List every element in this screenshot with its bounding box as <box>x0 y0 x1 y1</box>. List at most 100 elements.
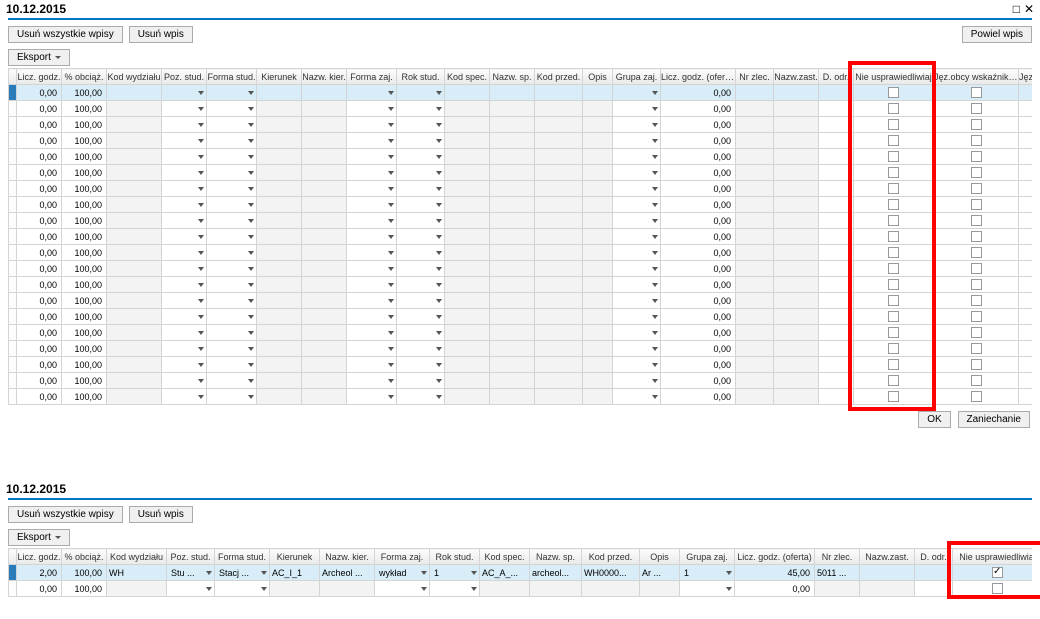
table-row[interactable]: 0,00100,000,00 <box>9 309 1033 325</box>
chevron-down-icon <box>198 267 204 271</box>
table-row[interactable]: 0,00100,000,00 <box>9 341 1033 357</box>
col-oferta[interactable]: Licz. godz. (oferta) <box>661 69 736 85</box>
table-row[interactable]: 2,00 100,00 WH Stu ... Stacj ... AC_I_1 … <box>9 565 1033 581</box>
jez20-checkbox <box>971 151 982 162</box>
col-forma[interactable]: Forma stud. <box>207 69 257 85</box>
chevron-down-icon <box>436 139 442 143</box>
chevron-down-icon <box>388 283 394 287</box>
jez20-checkbox <box>971 167 982 178</box>
table-row[interactable]: 0,00100,000,00 <box>9 245 1033 261</box>
chevron-down-icon <box>198 187 204 191</box>
chevron-down-icon <box>652 107 658 111</box>
table-row[interactable]: 0,00100,000,00 <box>9 357 1033 373</box>
col-rok[interactable]: Rok stud. <box>397 69 445 85</box>
col-kodspec[interactable]: Kod spec. <box>445 69 490 85</box>
table-row[interactable]: 0,00100,000,00 <box>9 293 1033 309</box>
chevron-down-icon <box>436 155 442 159</box>
table-row[interactable]: 0,00100,000,00 <box>9 181 1033 197</box>
chevron-down-icon <box>421 571 427 575</box>
eksport-button[interactable]: Eksport <box>8 49 70 66</box>
nie-uspr-checkbox <box>992 583 1003 594</box>
col-jez15[interactable]: Jęz.obcy wskaźnik 1,5 <box>1019 69 1033 85</box>
jez20-checkbox <box>971 135 982 146</box>
chevron-down-icon <box>652 187 658 191</box>
chevron-down-icon <box>388 139 394 143</box>
chevron-down-icon <box>261 587 267 591</box>
delete-all-button-2[interactable]: Usuń wszystkie wpisy <box>8 506 123 523</box>
chevron-down-icon <box>436 347 442 351</box>
chevron-down-icon <box>198 155 204 159</box>
chevron-down-icon <box>206 587 212 591</box>
jez20-checkbox <box>971 199 982 210</box>
table-row[interactable]: 0,00100,000,00 <box>9 277 1033 293</box>
cancel-button[interactable]: Zaniechanie <box>958 411 1030 428</box>
powiel-button[interactable]: Powiel wpis <box>962 26 1032 43</box>
chevron-down-icon <box>388 395 394 399</box>
maximize-icon[interactable]: □ <box>1013 3 1020 15</box>
nie-uspr-checkbox <box>888 359 899 370</box>
chevron-down-icon <box>388 251 394 255</box>
chevron-down-icon <box>198 219 204 223</box>
col-opis[interactable]: Opis <box>583 69 613 85</box>
table-row[interactable]: 0,00100,000,00 <box>9 229 1033 245</box>
chevron-down-icon <box>436 171 442 175</box>
chevron-down-icon <box>726 571 732 575</box>
delete-one-button-2[interactable]: Usuń wpis <box>129 506 193 523</box>
ok-button[interactable]: OK <box>918 411 950 428</box>
chevron-down-icon <box>652 203 658 207</box>
jez20-checkbox <box>971 103 982 114</box>
col-jez20[interactable]: Jęz.obcy wskaźnik 2,0 <box>934 69 1019 85</box>
col-dodr[interactable]: D. odr. <box>819 69 854 85</box>
jez20-checkbox <box>971 327 982 338</box>
chevron-down-icon <box>388 299 394 303</box>
chevron-down-icon <box>248 299 254 303</box>
table-row[interactable]: 0,00100,000,00 <box>9 261 1033 277</box>
eksport-button-2[interactable]: Eksport <box>8 529 70 546</box>
col-nazwk[interactable]: Nazw. kier. <box>302 69 347 85</box>
col-poz[interactable]: Poz. stud. <box>162 69 207 85</box>
delete-all-button[interactable]: Usuń wszystkie wpisy <box>8 26 123 43</box>
close-icon[interactable]: ✕ <box>1024 3 1034 15</box>
chevron-down-icon <box>198 107 204 111</box>
panel-date: 10.12.2015 <box>6 2 66 16</box>
nie-uspr-checkbox <box>888 167 899 178</box>
chevron-down-icon <box>388 171 394 175</box>
delete-one-button[interactable]: Usuń wpis <box>129 26 193 43</box>
table-row[interactable]: 0,00100,000,00 <box>9 325 1033 341</box>
col-nazwsp[interactable]: Nazw. sp. <box>490 69 535 85</box>
jez20-checkbox <box>971 215 982 226</box>
col-grupa[interactable]: Grupa zaj. <box>613 69 661 85</box>
table-row[interactable]: 0,00100,000,00 <box>9 213 1033 229</box>
table-row[interactable]: 0,00100,000,00 <box>9 149 1033 165</box>
table-row[interactable]: 0,00100,000,00 <box>9 101 1033 117</box>
col-formazaj[interactable]: Forma zaj. <box>347 69 397 85</box>
chevron-down-icon <box>388 187 394 191</box>
chevron-down-icon <box>388 267 394 271</box>
col-pct[interactable]: % obciąż. <box>62 69 107 85</box>
table-row[interactable]: 0,00100,000,00 <box>9 117 1033 133</box>
table-row[interactable]: 0,00100,000,00 <box>9 165 1033 181</box>
chevron-down-icon <box>436 91 442 95</box>
col-kier[interactable]: Kierunek <box>257 69 302 85</box>
col-kodw[interactable]: Kod wydziału <box>107 69 162 85</box>
col-licz[interactable]: Licz. godz. <box>17 69 62 85</box>
col-nieuspr[interactable]: Nie usprawiedliwiaj <box>854 69 934 85</box>
table-row[interactable]: 0,00100,000,00 <box>9 373 1033 389</box>
col-nrzlec[interactable]: Nr zlec. <box>736 69 774 85</box>
chevron-down-icon <box>388 203 394 207</box>
col-nazwzast[interactable]: Nazw.zast. <box>774 69 819 85</box>
table-row[interactable]: 0,00100,000,00 <box>9 389 1033 405</box>
table-row[interactable]: 0,00100,000,00 <box>9 85 1033 101</box>
jez20-checkbox <box>971 311 982 322</box>
chevron-down-icon <box>248 171 254 175</box>
table-row[interactable]: 0,00 100,00 0,00 <box>9 581 1033 597</box>
chevron-down-icon <box>248 107 254 111</box>
nie-uspr-checkbox <box>888 311 899 322</box>
chevron-down-icon <box>388 219 394 223</box>
col-kodprzed[interactable]: Kod przed. <box>535 69 583 85</box>
table-row[interactable]: 0,00100,000,00 <box>9 133 1033 149</box>
chevron-down-icon <box>436 315 442 319</box>
chevron-down-icon <box>248 123 254 127</box>
table-row[interactable]: 0,00100,000,00 <box>9 197 1033 213</box>
chevron-down-icon <box>436 395 442 399</box>
